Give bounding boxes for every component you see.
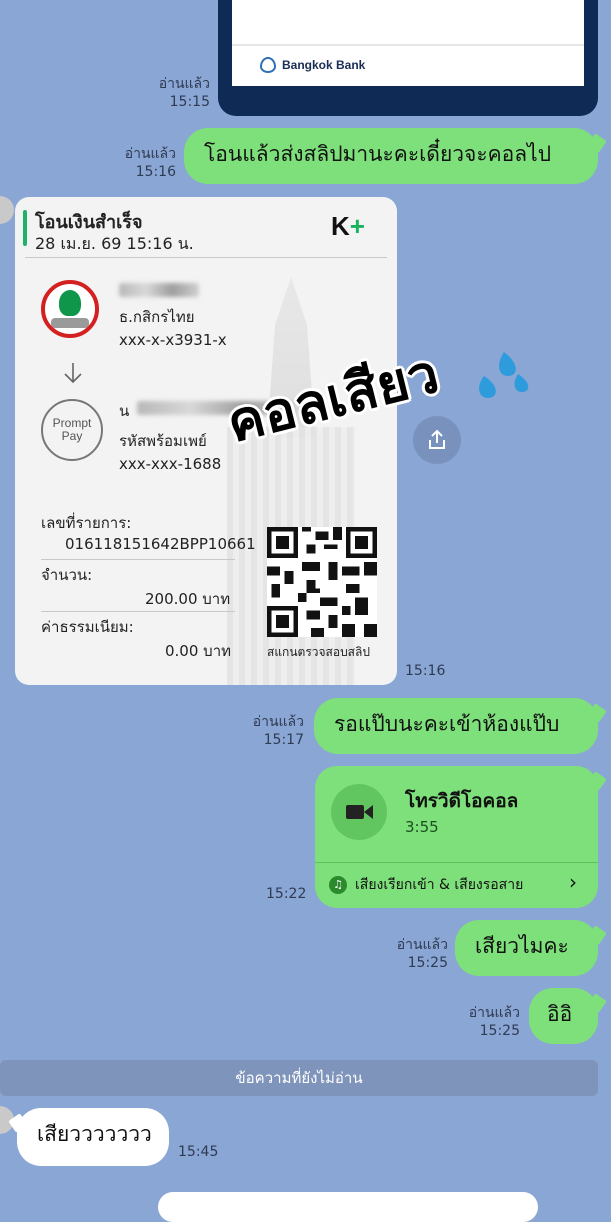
to-label: รหัสพร้อมเพย์ bbox=[119, 432, 207, 450]
kplus-logo: K+ bbox=[331, 211, 365, 241]
from-account: xxx-x-x3931-x bbox=[119, 331, 227, 349]
message-time: 15:25 bbox=[407, 955, 448, 971]
message-time: 15:17 bbox=[263, 732, 304, 748]
amount-label: จำนวน: bbox=[41, 566, 93, 584]
redacted-name bbox=[119, 283, 199, 297]
chevron-right-icon[interactable]: › bbox=[569, 870, 577, 894]
message-meta: อ่านแล้ว 15:16 bbox=[84, 145, 176, 181]
message-time: 15:15 bbox=[169, 94, 210, 110]
avatar[interactable] bbox=[0, 196, 14, 224]
accent-bar bbox=[23, 210, 27, 246]
chat-bubble-outgoing[interactable]: รอแป๊บนะคะเข้าห้องแป๊บ bbox=[314, 698, 598, 754]
message-meta: อ่านแล้ว 15:15 bbox=[118, 75, 210, 111]
message-text: เสียววววววว bbox=[37, 1122, 152, 1146]
slip-datetime: 28 เม.ย. 69 15:16 น. bbox=[35, 234, 194, 253]
divider bbox=[41, 559, 235, 560]
chat-bubble-outgoing[interactable]: เสียวไมคะ bbox=[455, 920, 598, 976]
bank-name: Bangkok Bank bbox=[282, 58, 366, 72]
read-receipt: อ่านแล้ว bbox=[252, 714, 304, 730]
message-text: เสียวไมคะ bbox=[475, 934, 569, 958]
qr-caption: สแกนตรวจสอบสลิป bbox=[267, 645, 370, 659]
qr-code[interactable] bbox=[267, 527, 377, 637]
from-bank: ธ.กสิกรไทย bbox=[119, 308, 195, 326]
read-receipt: อ่านแล้ว bbox=[158, 76, 210, 92]
qr-code-image bbox=[267, 527, 377, 637]
message-time: 15:16 bbox=[135, 164, 176, 180]
message-meta: อ่านแล้ว 15:25 bbox=[428, 1004, 520, 1040]
amount-value: 200.00 บาท bbox=[145, 590, 231, 608]
message-time: 15:25 bbox=[479, 1023, 520, 1039]
forwarded-image-content bbox=[232, 0, 584, 86]
message-time: 15:16 bbox=[405, 663, 446, 679]
chat-bubble-incoming[interactable]: เสียววววววว bbox=[17, 1108, 169, 1166]
video-camera-icon bbox=[331, 784, 387, 840]
read-receipt: อ่านแล้ว bbox=[468, 1005, 520, 1021]
arrow-down-icon bbox=[64, 363, 82, 384]
message-text: อิอิ bbox=[547, 1002, 573, 1026]
music-note-icon: ♫ bbox=[329, 876, 347, 894]
ringtone-link[interactable]: เสียงเรียกเข้า & เสียงรอสาย bbox=[355, 874, 523, 896]
divider bbox=[232, 44, 584, 46]
ref-value: 016118151642BPP10661 bbox=[65, 535, 256, 553]
bangkok-bank-logo-icon bbox=[260, 57, 276, 73]
sweat-droplets-icon bbox=[479, 352, 529, 398]
divider bbox=[25, 257, 387, 258]
call-duration: 3:55 bbox=[405, 818, 439, 836]
to-prefix: น bbox=[119, 402, 130, 420]
kbank-logo-icon bbox=[41, 280, 99, 338]
divider bbox=[315, 862, 598, 863]
forwarded-image-card[interactable]: Bangkok Bank bbox=[218, 0, 598, 116]
message-time: 15:45 bbox=[178, 1144, 219, 1160]
read-receipt: อ่านแล้ว bbox=[396, 937, 448, 953]
unread-messages-separator: ข้อความที่ยังไม่อ่าน bbox=[0, 1060, 598, 1096]
message-text: รอแป๊บนะคะเข้าห้องแป๊บ bbox=[334, 712, 560, 736]
read-receipt: อ่านแล้ว bbox=[124, 146, 176, 162]
fee-label: ค่าธรรมเนียม: bbox=[41, 618, 134, 636]
transfer-slip-image[interactable]: โอนเงินสำเร็จ 28 เม.ย. 69 15:16 น. K+ ธ.… bbox=[15, 197, 397, 685]
message-meta: อ่านแล้ว 15:17 bbox=[212, 713, 304, 749]
video-call-bubble[interactable]: โทรวิดีโอคอล 3:55 ♫ เสียงเรียกเข้า & เสี… bbox=[315, 766, 598, 908]
to-account: xxx-xxx-1688 bbox=[119, 455, 222, 473]
fee-value: 0.00 บาท bbox=[165, 642, 231, 660]
share-button[interactable] bbox=[413, 416, 461, 464]
ref-label: เลขที่รายการ: bbox=[41, 514, 132, 532]
share-icon bbox=[429, 429, 445, 449]
chat-bubble-outgoing[interactable]: อิอิ bbox=[529, 988, 598, 1044]
call-title: โทรวิดีโอคอล bbox=[405, 790, 519, 812]
message-time: 15:22 bbox=[266, 886, 307, 902]
chat-bubble-outgoing[interactable]: โอนแล้วส่งสลิปมานะคะเดี๋ยวจะคอลไป bbox=[184, 128, 598, 184]
divider bbox=[41, 611, 235, 612]
message-meta: อ่านแล้ว 15:25 bbox=[356, 936, 448, 972]
promptpay-logo-icon: Prompt Pay bbox=[41, 399, 103, 461]
message-text: โอนแล้วส่งสลิปมานะคะเดี๋ยวจะคอลไป bbox=[204, 142, 552, 166]
message-input[interactable] bbox=[158, 1192, 538, 1222]
